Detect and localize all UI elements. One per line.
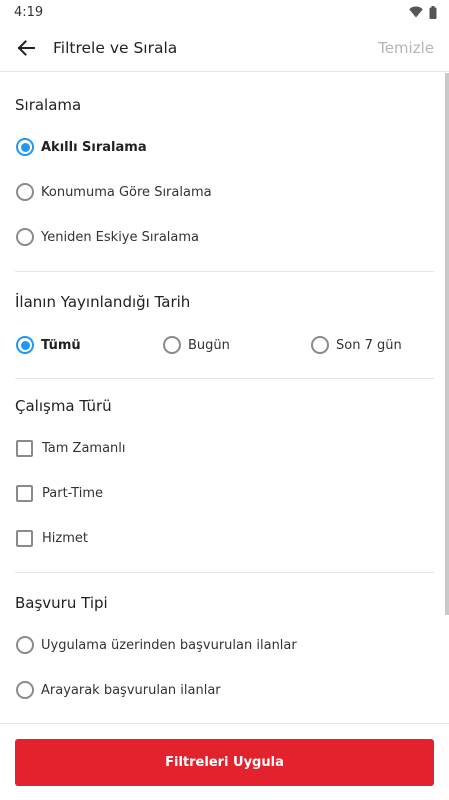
date-option-last-7-days[interactable]: Son 7 gün <box>311 334 402 356</box>
application-option-in-app[interactable]: Uygulama üzerinden başvurulan ilanlar <box>16 634 297 656</box>
work-type-label: Tam Zamanlı <box>42 440 126 456</box>
radio-icon <box>16 681 34 699</box>
radio-icon <box>163 336 181 354</box>
radio-icon <box>311 336 329 354</box>
status-bar: 4:19 <box>0 0 449 24</box>
date-option-all[interactable]: Tümü <box>16 334 81 356</box>
status-icons <box>409 5 437 19</box>
radio-icon <box>16 183 34 201</box>
apply-filters-button[interactable]: Filtreleri Uygula <box>15 739 434 786</box>
date-option-label: Tümü <box>41 337 81 353</box>
radio-icon <box>16 228 34 246</box>
battery-icon <box>429 5 437 19</box>
arrow-left-icon <box>17 39 35 56</box>
work-type-label: Part-Time <box>42 485 103 501</box>
sort-option-label: Akıllı Sıralama <box>41 139 147 155</box>
scrollbar[interactable] <box>445 73 449 615</box>
date-option-today[interactable]: Bugün <box>163 334 230 356</box>
filter-content[interactable]: Sıralama Akıllı Sıralama Konumuma Göre S… <box>0 73 449 723</box>
back-button[interactable] <box>16 38 36 58</box>
sorting-section-title: Sıralama <box>15 96 82 114</box>
application-option-label: Arayarak başvurulan ilanlar <box>41 682 221 698</box>
radio-selected-icon <box>16 138 34 156</box>
clear-button[interactable]: Temizle <box>378 39 434 57</box>
work-type-label: Hizmet <box>42 530 88 546</box>
sort-option-newest[interactable]: Yeniden Eskiye Sıralama <box>16 226 199 248</box>
sort-option-label: Konumuma Göre Sıralama <box>41 184 212 200</box>
divider <box>15 572 434 573</box>
radio-icon <box>16 636 34 654</box>
status-time: 4:19 <box>14 4 44 20</box>
date-option-label: Son 7 gün <box>336 337 402 353</box>
date-option-label: Bugün <box>188 337 230 353</box>
checkbox-icon <box>16 484 33 502</box>
application-option-call[interactable]: Arayarak başvurulan ilanlar <box>16 679 221 701</box>
radio-selected-icon <box>16 336 34 354</box>
divider <box>15 378 434 379</box>
sort-option-label: Yeniden Eskiye Sıralama <box>41 229 200 245</box>
application-option-label: Uygulama üzerinden başvurulan ilanlar <box>41 637 297 653</box>
application-section-title: Başvuru Tipi <box>15 594 108 612</box>
sort-option-smart[interactable]: Akıllı Sıralama <box>16 136 147 158</box>
work-type-part-time[interactable]: Part-Time <box>16 482 103 504</box>
sort-option-location[interactable]: Konumuma Göre Sıralama <box>16 181 212 203</box>
app-bar: Filtrele ve Sırala Temizle <box>0 24 449 72</box>
work-type-full-time[interactable]: Tam Zamanlı <box>16 437 126 459</box>
page-title: Filtrele ve Sırala <box>53 38 178 57</box>
date-section-title: İlanın Yayınlandığı Tarih <box>15 293 191 311</box>
checkbox-icon <box>16 439 33 457</box>
footer: Filtreleri Uygula <box>0 723 449 800</box>
checkbox-icon <box>16 529 33 547</box>
divider <box>15 271 434 272</box>
work-type-section-title: Çalışma Türü <box>15 397 112 415</box>
wifi-icon <box>409 6 423 18</box>
work-type-service[interactable]: Hizmet <box>16 527 88 549</box>
